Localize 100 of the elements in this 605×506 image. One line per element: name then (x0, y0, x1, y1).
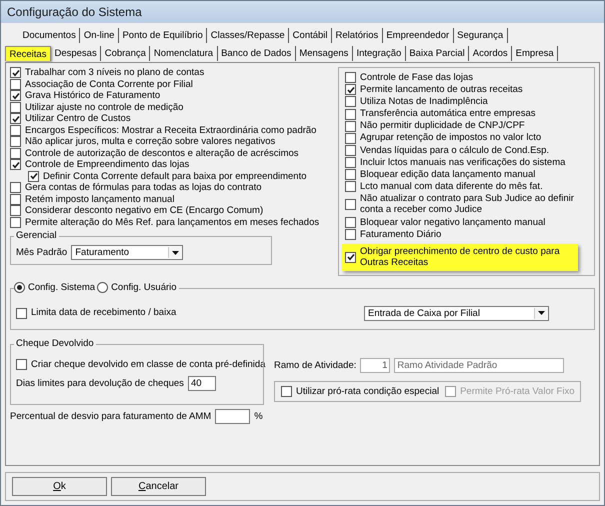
tab[interactable]: On-line (80, 28, 119, 43)
checkbox-label: Considerar desconto negativo em CE (Encargo Comum) (25, 205, 264, 216)
tab[interactable]: Integração (352, 46, 406, 61)
checkbox[interactable] (16, 308, 27, 319)
checkbox-label: Controle de autorização de descontos e alteração de acréscimos (25, 148, 299, 159)
checkbox-label: Utiliza Notas de Inadimplência (360, 96, 488, 108)
tab[interactable]: Despesas (50, 46, 102, 61)
checkbox-label: Grava Histórico de Faturamento (25, 90, 160, 102)
checkbox[interactable] (10, 78, 21, 90)
checkbox[interactable] (345, 228, 356, 240)
field-label: Dias limites para devolução de cheques (16, 378, 184, 390)
checkbox-label: Bloquear valor negativo lançamento manual (360, 216, 546, 228)
tab[interactable]: Mensagens (296, 46, 353, 61)
checkbox[interactable] (345, 96, 356, 108)
checkbox-label: Controle de Fase das lojas (360, 72, 474, 84)
tab[interactable]: Ponto de Equilíbrio (118, 28, 208, 43)
checkbox-label: Não atualizar o contrato para Sub Judice ao definir conta a receber como Judice (360, 192, 575, 216)
tab[interactable]: Baixa Parcial (406, 46, 470, 61)
field-label: Ramo de Atividade: (274, 360, 356, 371)
checkbox-label: Criar cheque devolvido em classe de conta pré-definida (31, 358, 266, 370)
checkbox[interactable] (10, 113, 21, 124)
checkbox-label: Controle de Empreendimento das lojas (25, 159, 190, 170)
tab[interactable]: Empreendedor (382, 28, 454, 43)
input-field[interactable]: Ramo Atividade Padrão (394, 358, 564, 373)
window-title: Configuração do Sistema (7, 5, 142, 19)
radio-label: Config. Sistema (28, 282, 96, 294)
checkbox-label: Definir Conta Corrente default para baixa por empreendimento (43, 170, 307, 182)
tab[interactable]: Documentos (19, 28, 80, 43)
checkbox[interactable] (345, 144, 356, 156)
checkbox-label: Limita data de recebimento / baixa (31, 307, 176, 319)
checkbox-label: Utilizar ajuste no controle de medição (25, 102, 184, 113)
checkbox[interactable] (10, 194, 21, 205)
group-title: Cheque Devolvido (14, 338, 96, 350)
tab[interactable]: Nomenclatura (150, 46, 218, 61)
unit-label: % (254, 411, 263, 422)
checkbox-label: Transferência automática entre empresas (360, 108, 536, 120)
checkbox[interactable] (10, 205, 21, 216)
tab[interactable]: Acordos (469, 46, 512, 61)
dropdown[interactable]: Entrada de Caixa por Filial (364, 306, 549, 321)
checkbox[interactable] (345, 156, 356, 168)
checkbox[interactable] (345, 84, 356, 96)
input-field[interactable] (215, 409, 250, 424)
checkbox[interactable] (10, 124, 21, 136)
tab[interactable]: Relatórios (332, 28, 383, 43)
checkbox[interactable] (345, 72, 356, 84)
checkbox[interactable] (345, 216, 356, 228)
checkbox[interactable] (345, 120, 356, 132)
checkbox-label: Permite alteração do Mês Ref. para lançamentos em meses fechados (25, 216, 320, 228)
dropdown[interactable]: Faturamento (71, 245, 184, 260)
checkbox-label: Bloquear edição data lançamento manual (360, 168, 536, 180)
checkbox-label: Associação de Conta Corrente por Filial (25, 78, 193, 90)
checkbox-label: Incluir lctos manuais nas verificações do sistema (360, 156, 566, 168)
checkbox[interactable] (10, 159, 21, 170)
checkbox[interactable] (345, 108, 356, 120)
radio-button[interactable] (14, 282, 25, 294)
checkbox[interactable] (345, 252, 356, 263)
radio-label: Config. Usuário (111, 282, 177, 294)
checkbox-label: Lcto manual com data diferente do mês fat. (360, 180, 543, 192)
field-label: Mês Padrão (16, 247, 68, 258)
checkbox[interactable] (345, 181, 356, 192)
checkbox[interactable] (10, 136, 21, 148)
checkbox-label: Utilizar pró-rata condição especial (296, 386, 440, 398)
checkbox[interactable] (281, 386, 292, 397)
checkbox[interactable] (345, 132, 356, 144)
checkbox[interactable] (10, 90, 21, 102)
tab[interactable]: Cobrança (101, 46, 150, 61)
tab[interactable]: Segurança (454, 28, 508, 43)
checkbox-label: Gera contas de fórmulas para todas as lojas do contrato (25, 182, 262, 194)
checkbox-label: Agrupar retenção de impostos no valor lcto (360, 132, 542, 144)
input-field[interactable]: 40 (188, 376, 216, 392)
checkbox[interactable] (345, 198, 356, 210)
tab[interactable]: Classes/Repasse (207, 28, 290, 43)
dropdown-value: Faturamento (75, 247, 130, 258)
checkbox-label: Obrigar preenchimento de centro de custo para Outras Receitas (360, 246, 561, 269)
checkbox[interactable] (16, 358, 27, 370)
tab[interactable]: Empresa (512, 46, 558, 61)
checkbox-label: Retém imposto lançamento manual (25, 194, 174, 205)
tab[interactable]: Banco de Dados (218, 46, 296, 61)
checkbox[interactable] (10, 216, 21, 228)
tab[interactable]: Receitas (5, 46, 51, 61)
checkbox-label: Encargos Específicos: Mostrar a Receita Extraordinária como padrão (25, 124, 316, 136)
checkbox[interactable] (28, 170, 39, 182)
input-field[interactable]: 1 (360, 358, 390, 373)
checkbox-label: Não permitir duplicidade de CNPJ/CPF (360, 120, 525, 132)
checkbox-label: Faturamento Diário (360, 228, 442, 240)
checkbox[interactable] (10, 67, 21, 78)
checkbox[interactable] (10, 102, 21, 113)
checkbox[interactable] (345, 169, 356, 180)
checkbox-label: Permite lancamento de outras receitas (360, 84, 523, 96)
checkbox-label: Permite Pró-rata Valor Fixo (460, 386, 574, 398)
checkbox[interactable] (10, 148, 21, 159)
radio-button[interactable] (97, 282, 108, 294)
checkbox-label: Utilizar Centro de Custos (25, 113, 131, 124)
checkbox-label: Não aplicar juros, multa e correção sobre valores negativos (25, 136, 276, 148)
dropdown-value: Entrada de Caixa por Filial (368, 308, 480, 319)
tab[interactable]: Contábil (289, 28, 332, 43)
button[interactable]: Ok (12, 477, 107, 496)
button[interactable]: Cancelar (111, 477, 206, 496)
checkbox-label: Trabalhar com 3 níveis no plano de contas (25, 67, 204, 78)
checkbox[interactable] (10, 182, 21, 194)
